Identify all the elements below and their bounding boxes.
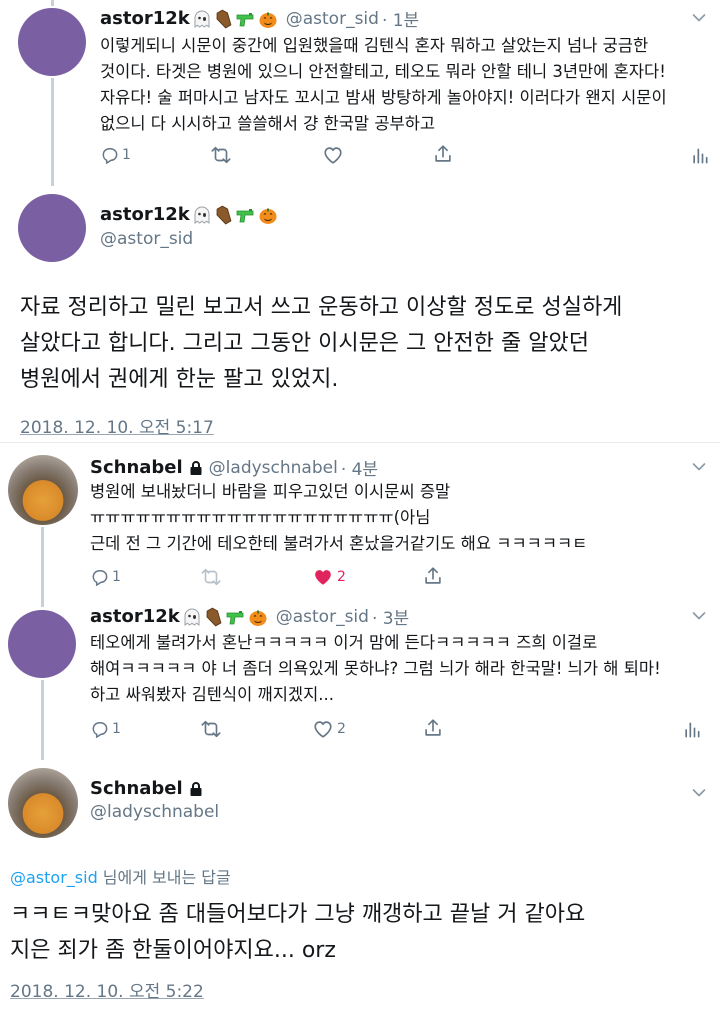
reply-count: 1: [112, 569, 121, 585]
tweet-text: 테오에게 불려가서 혼난ㅋㅋㅋㅋㅋ 이거 맘에 든다ㅋㅋㅋㅋㅋ 즈희 이걸로 해…: [90, 630, 715, 708]
retweet-icon[interactable]: [200, 718, 222, 740]
share-icon[interactable]: [422, 717, 444, 739]
handle[interactable]: @astor_sid: [276, 607, 369, 627]
tweet-header: astor12k: [100, 204, 278, 225]
tweet-3[interactable]: Schnabel @ladyschnabel · 4분 병원에 보내놨더니 바람…: [0, 443, 720, 607]
text-line: 자유다! 술 퍼마시고 남자도 꼬시고 밤새 방탕하게 놀아야지! 이러다가 왠…: [100, 88, 667, 107]
tweet-text: 이렇게되니 시문이 중간에 입원했을때 김텐식 혼자 뭐하고 살았는지 넘나 궁…: [100, 33, 710, 137]
chevron-down-icon[interactable]: [692, 788, 706, 798]
like-button[interactable]: 2: [312, 566, 346, 588]
water-gun-emoji: [226, 607, 246, 627]
text-line: ㅋㅋㅌㅋ맞아요 좀 대들어보다가 그냥 깨갱하고 끝날 거 같아요: [10, 902, 586, 927]
tweet-4[interactable]: astor12k @astor_sid · 3분 테오에게 불려가서 혼난ㅋㅋㅋ…: [0, 600, 720, 760]
like-count: 2: [337, 569, 346, 585]
avatar[interactable]: [8, 768, 78, 838]
like-count: 2: [337, 721, 346, 737]
display-name[interactable]: Schnabel: [90, 778, 183, 799]
relative-time[interactable]: · 3분: [372, 604, 409, 629]
tweet-header: Schnabel: [90, 778, 203, 799]
text-line: 자료 정리하고 밀린 보고서 쓰고 운동하고 이상할 정도로 성실하게: [20, 295, 623, 320]
timestamp[interactable]: 2018. 12. 10. 오전 5:22: [10, 977, 204, 1002]
jack-o-lantern-emoji: [258, 9, 278, 29]
analytics-icon[interactable]: [690, 146, 710, 166]
avatar[interactable]: [18, 194, 86, 262]
text-line: 없으니 다 시시하고 쓸쓸해서 걍 한국말 공부하고: [100, 114, 436, 133]
tweet-text: 병원에 보내놨더니 바람을 피우고있던 이시문씨 증말 ㅠㅠㅠㅠㅠㅠㅠㅠㅠㅠㅠㅠ…: [90, 479, 710, 557]
reply-count: 1: [112, 721, 121, 737]
display-name[interactable]: astor12k: [90, 606, 180, 627]
analytics-icon[interactable]: [682, 720, 702, 740]
tweet-header: astor12k @astor_sid · 1분: [100, 6, 419, 31]
ghost-emoji: [182, 607, 202, 627]
avatar[interactable]: [18, 8, 86, 76]
coffin-emoji: [214, 205, 234, 225]
reply-count: 1: [122, 147, 131, 163]
display-name[interactable]: astor12k: [100, 8, 190, 29]
reply-button[interactable]: 1: [90, 567, 121, 587]
handle[interactable]: @astor_sid: [100, 229, 193, 249]
thread-line: [41, 680, 44, 760]
tweet-text: ㅋㅋㅌㅋ맞아요 좀 대들어보다가 그냥 깨갱하고 끝날 거 같아요 지은 죄가 …: [10, 897, 710, 969]
tweet-header: astor12k @astor_sid · 3분: [90, 604, 409, 629]
text-line: 근데 전 그 기간에 테오한테 불려가서 혼났을거같기도 해요 ㅋㅋㅋㅋㅋㅌ: [90, 534, 588, 553]
retweet-icon[interactable]: [210, 144, 232, 166]
handle[interactable]: @ladyschnabel: [90, 802, 219, 822]
timestamp[interactable]: 2018. 12. 10. 오전 5:17: [20, 413, 214, 438]
tweet-1[interactable]: astor12k @astor_sid · 1분 이렇게되니 시문이 중간에 입…: [0, 0, 720, 186]
ghost-emoji: [192, 205, 212, 225]
heart-icon: [312, 718, 334, 740]
tweet-header: Schnabel @ladyschnabel · 4분: [90, 455, 378, 480]
text-line: 해여ㅋㅋㅋㅋㅋ 야 너 좀더 의욕있게 못하냐? 그럼 늬가 해라 한국말! 늬…: [90, 659, 661, 678]
ghost-emoji: [192, 9, 212, 29]
reply-to-label: 님에게 보내는 답글: [97, 868, 231, 887]
handle[interactable]: @ladyschnabel: [209, 458, 338, 478]
text-line: 지은 죄가 좀 한둘이어야지요... orz: [10, 938, 336, 963]
text-line: 하고 싸워봤자 김텐식이 깨지겠지...: [90, 685, 334, 704]
lock-icon: [189, 781, 203, 797]
tweet-2-focused: astor12k @astor_sid 자료 정리하고 밀린 보고서 쓰고 운동…: [0, 182, 720, 442]
jack-o-lantern-emoji: [248, 607, 268, 627]
text-line: ㅠㅠㅠㅠㅠㅠㅠㅠㅠㅠㅠㅠㅠㅠㅠㅠㅠㅠㅠㅠ(아님: [90, 508, 431, 527]
reply-button[interactable]: 1: [90, 719, 121, 739]
text-line: 살았다고 합니다. 그리고 그동안 이시문은 그 안전한 줄 알았던: [20, 331, 589, 356]
thread-line: [41, 527, 44, 607]
coffin-emoji: [204, 607, 224, 627]
jack-o-lantern-emoji: [258, 205, 278, 225]
reply-context: @astor_sid 님에게 보내는 답글: [10, 864, 231, 888]
reply-icon: [100, 145, 120, 165]
text-line: 병원에 보내놨더니 바람을 피우고있던 이시문씨 증말: [90, 482, 451, 501]
reply-to-handle[interactable]: @astor_sid: [10, 868, 98, 887]
coffin-emoji: [214, 9, 234, 29]
text-line: 병원에서 권에게 한눈 팔고 있었지.: [20, 367, 339, 392]
water-gun-emoji: [236, 9, 256, 29]
chevron-down-icon[interactable]: [692, 13, 706, 23]
reply-icon: [90, 719, 110, 739]
text-line: 테오에게 불려가서 혼난ㅋㅋㅋㅋㅋ 이거 맘에 든다ㅋㅋㅋㅋㅋ 즈희 이걸로: [90, 633, 598, 652]
reply-button[interactable]: 1: [100, 145, 131, 165]
text-line: 이렇게되니 시문이 중간에 입원했을때 김텐식 혼자 뭐하고 살았는지 넘나 궁…: [100, 36, 649, 55]
like-button[interactable]: 2: [312, 718, 346, 740]
chevron-down-icon[interactable]: [692, 611, 706, 621]
heart-icon[interactable]: [322, 144, 344, 166]
avatar[interactable]: [8, 610, 76, 678]
retweet-icon[interactable]: [200, 566, 222, 588]
share-icon[interactable]: [422, 565, 444, 587]
display-name[interactable]: astor12k: [100, 204, 190, 225]
relative-time[interactable]: · 4분: [341, 455, 378, 480]
reply-icon: [90, 567, 110, 587]
chevron-down-icon[interactable]: [692, 462, 706, 472]
heart-icon: [312, 566, 334, 588]
avatar[interactable]: [8, 455, 78, 525]
display-name[interactable]: Schnabel: [90, 457, 183, 478]
water-gun-emoji: [236, 205, 256, 225]
thread-line-top: [51, 0, 54, 6]
relative-time[interactable]: · 1분: [382, 6, 419, 31]
lock-icon: [189, 460, 203, 476]
tweet-5-focused: Schnabel @ladyschnabel @astor_sid 님에게 보내…: [0, 752, 720, 1009]
tweet-text: 자료 정리하고 밀린 보고서 쓰고 운동하고 이상할 정도로 성실하게 살았다고…: [20, 290, 710, 398]
thread-line: [51, 78, 54, 186]
share-icon[interactable]: [432, 143, 454, 165]
text-line: 것이다. 타겟은 병원에 있으니 안전할테고, 테오도 뭐라 안할 테니 3년만…: [100, 62, 666, 81]
handle[interactable]: @astor_sid: [286, 9, 379, 29]
